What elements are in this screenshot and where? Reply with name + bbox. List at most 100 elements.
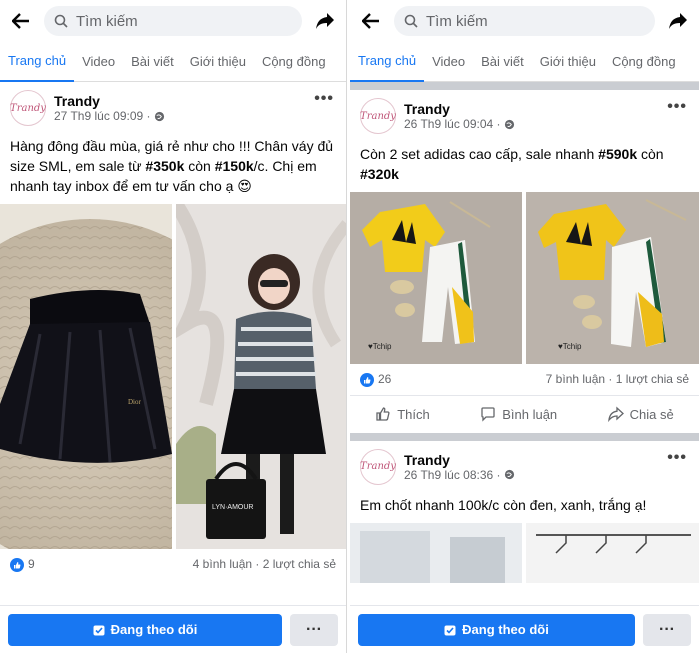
caption-text: còn xyxy=(637,146,664,162)
feed-separator xyxy=(350,432,699,441)
search-placeholder: Tìm kiếm xyxy=(426,12,488,30)
like-button[interactable]: Thích xyxy=(375,406,430,422)
share-arrow-icon[interactable] xyxy=(665,8,691,34)
globe-icon xyxy=(504,470,514,480)
post-time[interactable]: 27 Th9 lúc 09:09 · xyxy=(54,109,151,123)
tab-community[interactable]: Cộng đồng xyxy=(604,42,684,82)
following-label: Đang theo dõi xyxy=(110,622,198,637)
tab-about[interactable]: Giới thiệu xyxy=(182,42,254,82)
following-button[interactable]: Đang theo dõi xyxy=(358,613,635,646)
search-icon xyxy=(404,14,418,28)
left-screen: Tìm kiếm Trang chủ Video Bài viết Giới t… xyxy=(0,0,347,653)
post-stats: 26 7 bình luận · 1 lượt chia sẻ xyxy=(350,364,699,395)
comments-shares[interactable]: 4 bình luận · 2 lượt chia sẻ xyxy=(193,557,336,571)
reaction-count[interactable]: 26 xyxy=(360,372,391,387)
post-author[interactable]: Trandy xyxy=(54,93,165,109)
hashtag-price-new[interactable]: #150k xyxy=(215,158,254,174)
comments-shares[interactable]: 7 bình luận · 1 lượt chia sẻ xyxy=(546,372,689,386)
tab-home[interactable]: Trang chủ xyxy=(350,42,425,82)
tab-posts[interactable]: Bài viết xyxy=(123,42,182,82)
model-photo[interactable]: LYN·AMOUR xyxy=(175,204,346,549)
thumbs-up-icon xyxy=(376,407,390,421)
like-badge-icon xyxy=(360,372,374,387)
hashtag-price-new[interactable]: #320k xyxy=(360,166,399,182)
post-actions: Thích Bình luận Chia sẻ xyxy=(350,394,699,433)
feed-separator xyxy=(350,82,699,90)
clothes-rack-photo[interactable] xyxy=(526,522,699,583)
post-options-button[interactable]: ••• xyxy=(667,449,687,467)
tab-community[interactable]: Cộng đồng xyxy=(254,42,334,82)
comment-icon xyxy=(481,407,495,422)
globe-icon xyxy=(154,111,164,121)
post-options-button[interactable]: ••• xyxy=(667,98,687,116)
tab-posts[interactable]: Bài viết xyxy=(473,42,532,82)
like-badge-icon xyxy=(10,557,24,572)
post-meta: 26 Th9 lúc 09:04 · xyxy=(404,117,515,131)
more-options-button[interactable]: ··· xyxy=(643,613,691,646)
post-options-button[interactable]: ••• xyxy=(314,90,334,108)
post-caption: Hàng đông đầu mùa, giá rẻ như cho !!! Ch… xyxy=(0,134,346,204)
adidas-set-photo[interactable]: ♥Tchip xyxy=(526,192,699,364)
post: Trandy Trandy 27 Th9 lúc 09:09 · ••• Hàn… xyxy=(0,82,346,580)
post-caption: Em chốt nhanh 100k/c còn đen, xanh, trắn… xyxy=(360,496,647,513)
comment-label: Bình luận xyxy=(502,406,558,422)
page-tabs: Trang chủ Video Bài viết Giới thiệu Cộng… xyxy=(350,42,699,82)
post-meta: 27 Th9 lúc 09:09 · xyxy=(54,109,165,123)
search-placeholder: Tìm kiếm xyxy=(76,12,138,30)
share-label: Chia sẻ xyxy=(629,406,674,422)
post-media xyxy=(350,522,699,583)
shop-photo[interactable] xyxy=(350,522,522,583)
bottom-action-bar: Đang theo dõi ··· xyxy=(350,605,699,653)
search-input[interactable]: Tìm kiếm xyxy=(394,6,655,36)
hashtag-price-old[interactable]: #590k xyxy=(598,146,637,162)
search-input[interactable]: Tìm kiếm xyxy=(44,6,302,36)
more-options-button[interactable]: ··· xyxy=(290,613,338,646)
post-author[interactable]: Trandy xyxy=(404,452,515,468)
page-tabs: Trang chủ Video Bài viết Giới thiệu Cộng… xyxy=(0,42,346,82)
svg-text:♥Tchip: ♥Tchip xyxy=(368,342,392,351)
share-arrow-icon[interactable] xyxy=(312,8,338,34)
post-media: Dior LYN·AMOUR xyxy=(0,204,346,549)
share-button[interactable]: Chia sẻ xyxy=(607,406,674,423)
caption-text: còn xyxy=(184,158,215,174)
following-button[interactable]: Đang theo dõi xyxy=(8,613,282,646)
post-header: Trandy Trandy 26 Th9 lúc 08:36 · ••• xyxy=(350,441,699,493)
bottom-action-bar: Đang theo dõi ··· xyxy=(0,605,346,653)
avatar[interactable]: Trandy xyxy=(10,90,46,126)
post-time[interactable]: 26 Th9 lúc 08:36 · xyxy=(404,468,501,482)
top-bar: Tìm kiếm xyxy=(350,0,699,42)
post-time[interactable]: 26 Th9 lúc 09:04 · xyxy=(404,117,501,131)
tab-video[interactable]: Video xyxy=(424,42,473,82)
tab-about[interactable]: Giới thiệu xyxy=(532,42,604,82)
like-count: 26 xyxy=(378,372,392,386)
search-icon xyxy=(54,14,68,28)
globe-icon xyxy=(504,119,514,129)
top-bar: Tìm kiếm xyxy=(0,0,346,42)
adidas-set-photo[interactable]: ♥Tchip xyxy=(350,192,522,364)
back-arrow-icon[interactable] xyxy=(8,8,34,34)
back-arrow-icon[interactable] xyxy=(358,8,384,34)
tab-video[interactable]: Video xyxy=(74,42,123,82)
follow-check-icon xyxy=(444,625,456,635)
post-header: Trandy Trandy 27 Th9 lúc 09:09 · ••• xyxy=(0,82,346,134)
post: Trandy Trandy 26 Th9 lúc 08:36 · ••• Em … xyxy=(350,440,699,583)
like-label: Thích xyxy=(397,406,430,422)
svg-text:LYN·AMOUR: LYN·AMOUR xyxy=(212,504,253,511)
avatar[interactable]: Trandy xyxy=(360,98,396,134)
post-meta: 26 Th9 lúc 08:36 · xyxy=(404,468,515,482)
avatar[interactable]: Trandy xyxy=(360,448,396,485)
reaction-count[interactable]: 9 xyxy=(10,557,35,572)
following-label: Đang theo dõi xyxy=(462,622,549,637)
like-count: 9 xyxy=(28,557,35,571)
post-author[interactable]: Trandy xyxy=(404,101,515,117)
svg-text:♥Tchip: ♥Tchip xyxy=(558,342,582,351)
post-caption: Còn 2 set adidas cao cấp, sale nhanh #59… xyxy=(350,142,699,192)
hashtag-price-old[interactable]: #350k xyxy=(145,158,184,174)
skirt-photo[interactable]: Dior xyxy=(0,204,172,549)
tab-home[interactable]: Trang chủ xyxy=(0,42,75,82)
follow-check-icon xyxy=(93,625,105,635)
comment-button[interactable]: Bình luận xyxy=(480,406,557,422)
caption-text: Còn 2 set adidas cao cấp, sale nhanh xyxy=(360,146,599,162)
svg-text:Dior: Dior xyxy=(128,398,142,406)
post-media: ♥Tchip ♥Tchip xyxy=(350,192,699,364)
